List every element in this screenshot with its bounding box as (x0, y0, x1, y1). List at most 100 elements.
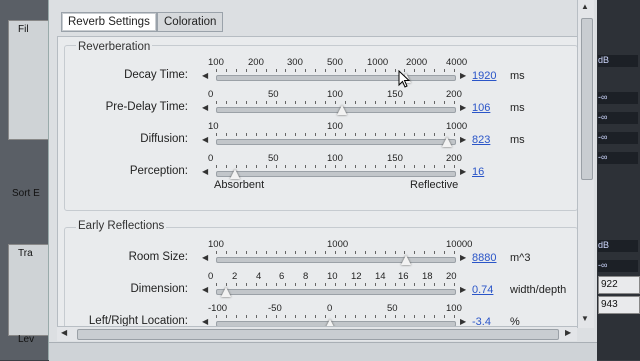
slider-value-input[interactable]: 1920 (472, 70, 496, 82)
slider-right-arrow-icon[interactable]: ▶ (460, 317, 466, 326)
slider-left-arrow-icon[interactable]: ◀ (202, 253, 208, 262)
slider-tick (325, 101, 326, 104)
slider-tick (335, 315, 336, 318)
slider-tick (414, 283, 415, 286)
slider-tick (266, 69, 267, 72)
slider-scale-label: 100 (327, 121, 343, 132)
meter-label: -∞ (598, 132, 638, 144)
slider-tick (434, 315, 435, 318)
slider-tick (305, 283, 306, 286)
slider-track[interactable] (216, 75, 456, 81)
slider-left-arrow-icon[interactable]: ◀ (202, 103, 208, 112)
early-reflections-group-title: Early Reflections (76, 220, 167, 232)
slider-right-arrow-icon[interactable]: ▶ (460, 103, 466, 112)
slider-scale-label: -100 (208, 303, 228, 314)
horizontal-scrollbar[interactable]: ◀ ▶ (57, 326, 577, 341)
slider-track[interactable] (216, 107, 456, 113)
slider-tick (216, 101, 217, 104)
slider-label: Room Size: (128, 251, 188, 263)
slider-tick (434, 165, 435, 168)
meter-label: -∞ (598, 92, 638, 104)
slider-left-arrow-icon[interactable]: ◀ (202, 285, 208, 294)
slider-label: Dimension: (130, 283, 188, 295)
slider-tick (335, 133, 336, 136)
slider-thumb[interactable] (442, 137, 452, 147)
vertical-scrollbar[interactable]: ▲ ▼ (577, 0, 594, 328)
vertical-scroll-thumb[interactable] (581, 18, 593, 180)
slider-tick (414, 69, 415, 72)
slider-tick (276, 133, 277, 136)
slider-value-input[interactable]: 8880 (472, 252, 496, 264)
slider-tick (444, 283, 445, 286)
slider-tick (325, 133, 326, 136)
slider-tick (216, 251, 217, 254)
slider-tick (355, 69, 356, 72)
slider-tick (285, 283, 286, 286)
slider-tick (295, 283, 296, 286)
slider-right-arrow-icon[interactable]: ▶ (460, 253, 466, 262)
slider-thumb[interactable] (337, 105, 347, 115)
horizontal-scroll-thumb[interactable] (77, 329, 559, 340)
slider-thumb[interactable] (221, 287, 231, 297)
slider-tick (246, 69, 247, 72)
slider-scale-label: 50 (268, 153, 279, 164)
scroll-left-icon[interactable]: ◀ (61, 328, 67, 337)
slider-tick (365, 315, 366, 318)
slider-tick (295, 251, 296, 254)
slider-track[interactable] (216, 257, 456, 263)
slider-tick (444, 133, 445, 136)
slider-value-input[interactable]: 106 (472, 102, 490, 114)
background-app-left: Fil Sort E Tra Lev (0, 0, 50, 360)
readout-field[interactable]: 922 (598, 276, 640, 294)
slider-tick (414, 315, 415, 318)
slider-tick (216, 165, 217, 168)
slider-value-input[interactable]: 0.74 (472, 284, 493, 296)
slider-tick (385, 315, 386, 318)
tab-reverb-settings[interactable]: Reverb Settings (61, 12, 157, 32)
slider-tick (375, 69, 376, 72)
slider-scale-label: 0 (208, 271, 214, 282)
slider-left-arrow-icon[interactable]: ◀ (202, 71, 208, 80)
slider-scale-label: 0 (208, 153, 214, 164)
tab-coloration[interactable]: Coloration (157, 12, 224, 32)
slider-thumb[interactable] (401, 255, 411, 265)
slider-scale-label: 10000 (446, 239, 473, 250)
scroll-down-icon[interactable]: ▼ (581, 314, 589, 323)
slider-right-arrow-icon[interactable]: ▶ (460, 135, 466, 144)
slider-tick (246, 133, 247, 136)
slider-left-arrow-icon[interactable]: ◀ (202, 317, 208, 326)
slider-tick (395, 101, 396, 104)
slider-right-arrow-icon[interactable]: ▶ (460, 167, 466, 176)
slider-right-arrow-icon[interactable]: ▶ (460, 71, 466, 80)
slider-tick (315, 283, 316, 286)
slider-track[interactable] (216, 171, 456, 177)
slider-value-input[interactable]: 16 (472, 166, 484, 178)
meter-label: dB (598, 240, 638, 252)
slider-tick (345, 69, 346, 72)
slider-right-arrow-icon[interactable]: ▶ (460, 285, 466, 294)
scroll-up-icon[interactable]: ▲ (581, 2, 589, 11)
slider-tick (385, 251, 386, 254)
slider-track[interactable] (216, 289, 456, 295)
slider-value-input[interactable]: 823 (472, 134, 490, 146)
slider-tick (335, 251, 336, 254)
slider-scale-label: 300 (287, 57, 303, 68)
slider-tick (216, 315, 217, 318)
slider-left-arrow-icon[interactable]: ◀ (202, 135, 208, 144)
slider-tick (266, 315, 267, 318)
slider-tick (375, 165, 376, 168)
slider-tick (375, 133, 376, 136)
slider-scale-label: 100 (446, 303, 462, 314)
slider-left-arrow-icon[interactable]: ◀ (202, 167, 208, 176)
slider-tick (216, 133, 217, 136)
slider-tick (295, 133, 296, 136)
slider-scale-label: 100 (208, 57, 224, 68)
slider-tick (385, 69, 386, 72)
slider-track[interactable] (216, 139, 456, 145)
slider-thumb[interactable] (230, 169, 240, 179)
slider-tick (295, 69, 296, 72)
slider-scale-label: 200 (446, 89, 462, 100)
scroll-right-icon[interactable]: ▶ (565, 328, 571, 337)
slider-tick (395, 165, 396, 168)
readout-field[interactable]: 943 (598, 296, 640, 314)
